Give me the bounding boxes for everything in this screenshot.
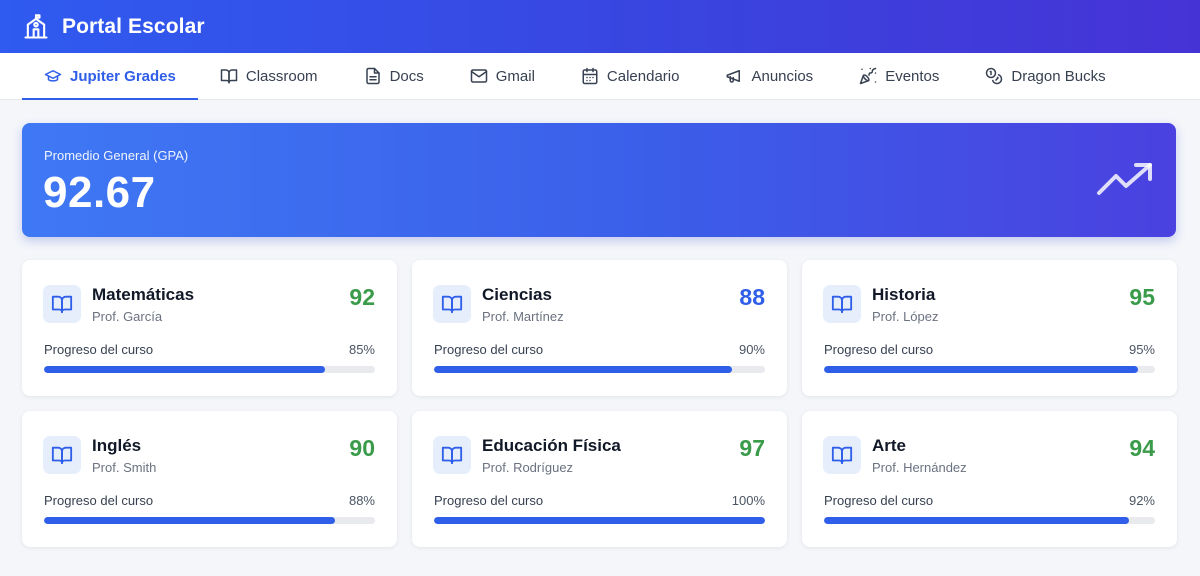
progress-label: Progreso del curso [434, 342, 544, 357]
coins-icon [985, 67, 1003, 85]
progress-label: Progreso del curso [44, 493, 154, 508]
gpa-card: Promedio General (GPA) 92.67 [22, 123, 1176, 237]
course-teacher: Prof. Hernández [872, 460, 967, 475]
tab-label: Gmail [495, 67, 535, 85]
tab-label: Anuncios [751, 67, 814, 85]
book-open-icon [433, 285, 471, 323]
progress-label: Progreso del curso [824, 342, 934, 357]
tab-classroom[interactable]: Classroom [198, 53, 342, 99]
progress-percent: 95% [1128, 342, 1155, 357]
progress-fill [434, 517, 765, 524]
progress-label: Progreso del curso [44, 342, 154, 357]
course-grade: 90 [349, 435, 375, 461]
document-icon [364, 67, 382, 85]
progress-label: Progreso del curso [434, 493, 544, 508]
tab-anuncios[interactable]: Anuncios [703, 53, 837, 99]
course-name: Educación Física [482, 436, 621, 455]
calendar-icon [581, 67, 599, 85]
progress-fill [44, 517, 336, 524]
tab-label: Jupiter Grades [70, 67, 176, 85]
trending-up-icon [1096, 161, 1154, 201]
gpa-value: 92.67 [43, 168, 156, 217]
tab-docs[interactable]: Docs [342, 53, 448, 99]
megaphone-icon [725, 67, 743, 85]
course-teacher: Prof. López [872, 309, 939, 324]
course-card-1[interactable]: Ciencias Prof. Martínez 88 Progreso del … [412, 260, 787, 396]
course-grade: 94 [1129, 435, 1155, 461]
course-card-0[interactable]: Matemáticas Prof. García 92 Progreso del… [22, 260, 397, 396]
progress-percent: 90% [738, 342, 765, 357]
course-name: Historia [872, 285, 936, 304]
school-icon[interactable] [22, 13, 50, 41]
course-card-3[interactable]: Inglés Prof. Smith 90 Progreso del curso… [22, 411, 397, 547]
course-teacher: Prof. Rodríguez [482, 460, 574, 475]
course-card-2[interactable]: Historia Prof. López 95 Progreso del cur… [802, 260, 1177, 396]
progress-percent: 92% [1128, 493, 1155, 508]
mail-icon [470, 67, 488, 85]
course-name: Arte [872, 436, 907, 455]
course-grade: 92 [349, 284, 375, 310]
tab-label: Classroom [245, 67, 318, 85]
progress-fill [824, 366, 1139, 373]
progress-percent: 85% [348, 342, 375, 357]
tab-dragon-bucks[interactable]: Dragon Bucks [963, 53, 1129, 99]
tab-gmail[interactable]: Gmail [448, 53, 559, 99]
book-open-icon [220, 67, 238, 85]
progress-bar [434, 366, 765, 373]
tab-label: Eventos [885, 67, 940, 85]
tab-label: Calendario [606, 67, 680, 85]
book-open-icon [43, 285, 81, 323]
progress-bar [44, 366, 375, 373]
course-teacher: Prof. Smith [92, 460, 157, 475]
tab-label: Docs [389, 67, 424, 85]
gpa-label: Promedio General (GPA) [44, 148, 189, 163]
progress-bar [434, 517, 765, 524]
progress-label: Progreso del curso [824, 493, 934, 508]
progress-percent: 100% [731, 493, 765, 508]
progress-bar [824, 366, 1155, 373]
main-nav: Jupiter Grades Classroom Docs Gmail Cale… [0, 53, 1200, 100]
book-open-icon [433, 436, 471, 474]
progress-bar [44, 517, 375, 524]
app-title: Portal Escolar [62, 14, 205, 38]
course-name: Inglés [92, 436, 142, 455]
party-popper-icon [859, 67, 877, 85]
book-open-icon [43, 436, 81, 474]
book-open-icon [823, 285, 861, 323]
progress-fill [44, 366, 326, 373]
course-name: Matemáticas [92, 285, 195, 304]
progress-percent: 88% [348, 493, 375, 508]
progress-fill [824, 517, 1129, 524]
course-grade: 95 [1129, 284, 1155, 310]
tab-label: Dragon Bucks [1011, 67, 1106, 85]
course-grade: 88 [739, 284, 765, 310]
course-card-5[interactable]: Arte Prof. Hernández 94 Progreso del cur… [802, 411, 1177, 547]
course-grid: Matemáticas Prof. García 92 Progreso del… [22, 260, 1177, 547]
course-teacher: Prof. García [92, 309, 163, 324]
app-header: Portal Escolar [0, 0, 1200, 53]
book-open-icon [823, 436, 861, 474]
course-name: Ciencias [482, 285, 552, 304]
course-card-4[interactable]: Educación Física Prof. Rodríguez 97 Prog… [412, 411, 787, 547]
tab-jupiter-grades[interactable]: Jupiter Grades [22, 53, 198, 100]
graduation-cap-icon [44, 67, 62, 85]
course-teacher: Prof. Martínez [482, 309, 564, 324]
progress-bar [824, 517, 1155, 524]
progress-fill [434, 366, 732, 373]
course-grade: 97 [739, 435, 765, 461]
tab-calendario[interactable]: Calendario [559, 53, 704, 99]
tab-eventos[interactable]: Eventos [837, 53, 963, 99]
